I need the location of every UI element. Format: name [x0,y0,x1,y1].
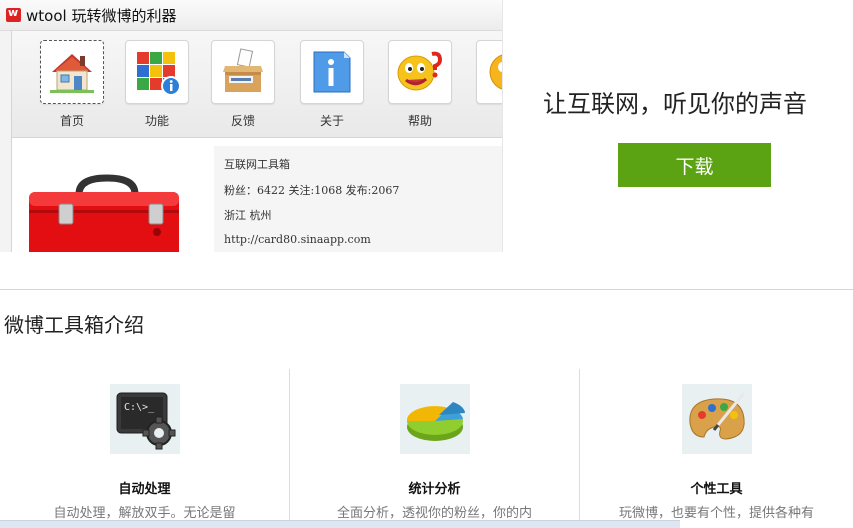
toolbar-function-button[interactable]: 功能 [124,40,190,129]
feature-description: 玩微博，也要有个性，提供各种有 [618,506,814,521]
help-face-icon [397,51,443,91]
info-icon [313,51,351,93]
profile-location: 浙江 杭州 [224,209,272,222]
feature-description: 自动处理，解放双手。无论是留 [53,506,236,521]
paint-palette-icon [688,392,745,440]
profile-card: 互联网工具箱 粉丝：6422 关注:1068 发布:2067 浙江 杭州 htt… [214,146,502,252]
profile-url[interactable]: http://card80.sinaapp.com [224,233,371,246]
pie-chart-icon [406,402,465,441]
wtool-logo-icon [6,6,21,22]
toolbar-help-button[interactable]: 帮助 [387,40,453,129]
toolbar-home-button[interactable]: 首页 [39,40,105,129]
feature-name: 统计分析 [408,482,461,497]
toolbar-feedback-button[interactable]: 反馈 [210,40,276,129]
feature-name: 个性工具 [690,482,743,497]
app-titlebar: wtool 玩转微博的利器 [0,0,502,31]
toolbar-label: 关于 [319,114,344,128]
intro-section-title: 微博工具箱介绍 [4,313,144,337]
feature-name: 自动处理 [118,482,171,497]
app-title: wtool 玩转微博的利器 [26,6,177,25]
feature-statistics: 统计分析 全面分析，透视你的粉丝，你的内 [290,369,580,527]
toolbar-label: 更 [475,112,503,129]
toolbar-label: 功能 [144,114,169,128]
toolbar-label: 帮助 [407,114,432,128]
profile-area: 互联网工具箱 粉丝：6422 关注:1068 发布:2067 浙江 杭州 htt… [11,138,502,252]
more-face-icon [489,54,502,90]
toolbar-label: 首页 [59,114,84,128]
terminal-gear-icon: C:\>_ [116,392,175,450]
feedback-box-icon [223,48,263,92]
app-toolbar: 首页 功能 反馈 关于 帮助 [11,31,503,138]
feature-auto-process: C:\>_ 自动处理 自动处理，解放双手。无论是留 [0,369,290,527]
section-divider [0,289,853,290]
feature-personal-tools: 个性工具 玩微博，也要有个性，提供各种有 [580,369,853,527]
download-button[interactable]: 下载 [618,143,771,187]
toolbar-label: 反馈 [230,114,255,128]
red-toolbox-icon [29,174,179,252]
toolbar-more-button[interactable]: 更 [475,40,503,129]
profile-name: 互联网工具箱 [224,158,290,171]
hero-slogan: 让互联网，听见你的声音 [543,90,807,118]
feature-description: 全面分析，透视你的粉丝，你的内 [336,506,532,521]
house-icon [50,54,94,93]
app-window: wtool 玩转微博的利器 首页 [0,0,503,252]
rubik-cube-icon [137,52,181,96]
toolbar-about-button[interactable]: 关于 [299,40,365,129]
profile-stats: 粉丝：6422 关注:1068 发布:2067 [224,184,400,197]
svg-text:C:\>_: C:\>_ [124,402,155,413]
